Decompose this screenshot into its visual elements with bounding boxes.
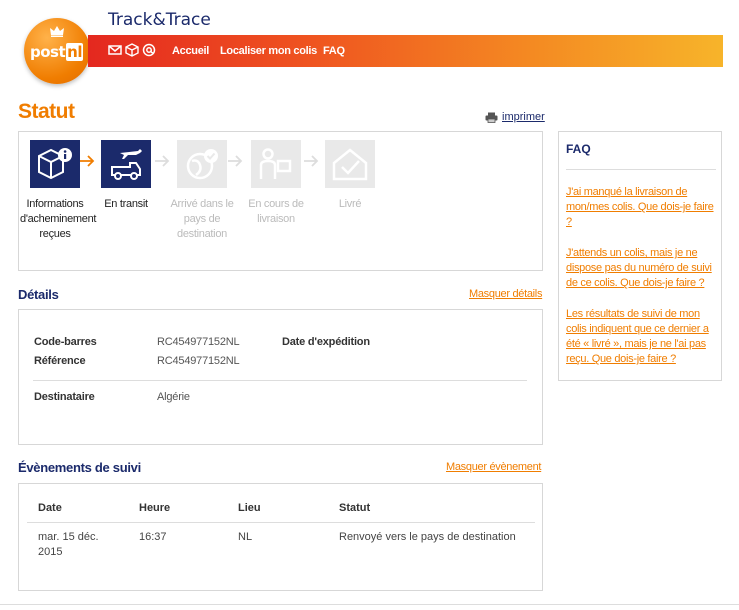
nav-faq[interactable]: FAQ	[323, 45, 345, 57]
faq-divider	[566, 169, 716, 170]
reference-label: Référence	[34, 355, 86, 367]
app-title: Track&Trace	[108, 10, 211, 30]
step-label: Informations d'acheminement reçues	[20, 198, 97, 240]
globe-check-icon	[186, 149, 218, 180]
mail-icon[interactable]	[108, 43, 122, 57]
logo-wordmark: post nl	[30, 43, 83, 61]
delivery-person-icon	[259, 148, 292, 179]
status-panel: Informations d'acheminement reçues En tr…	[18, 131, 543, 271]
faq-title: FAQ	[566, 142, 591, 156]
step-livre: Livré	[315, 140, 385, 212]
faq-link-missed-delivery[interactable]: J'ai manqué la livraison de mon/mes coli…	[566, 185, 718, 230]
package-info-icon	[38, 148, 72, 180]
print-label: imprimer	[502, 111, 545, 123]
step-label: Arrivé dans le pays de destination	[170, 198, 234, 240]
step-icon-box	[30, 140, 80, 188]
step-en-cours-livraison: En cours de livraison	[241, 140, 311, 227]
nav-accueil[interactable]: Accueil	[172, 45, 209, 57]
plane-truck-icon	[111, 149, 142, 180]
ship-date-label: Date d'expédition	[282, 336, 370, 348]
event-status: Renvoyé vers le pays de destination	[339, 531, 516, 543]
events-panel: Date Heure Lieu Statut mar. 15 déc. 2015…	[18, 483, 543, 591]
step-icon-box	[101, 140, 151, 188]
col-header-heure: Heure	[139, 502, 171, 514]
recipient-label: Destinataire	[34, 391, 95, 403]
barcode-label: Code-barres	[34, 336, 97, 348]
recipient-value: Algérie	[157, 391, 190, 403]
printer-icon	[485, 112, 498, 123]
hide-details-link[interactable]: Masquer détails	[469, 288, 542, 300]
hide-events-link[interactable]: Masquer évènement	[446, 461, 541, 473]
faq-link-no-tracking-number[interactable]: J'attends un colis, mais je ne dispose p…	[566, 246, 718, 291]
step-label: En cours de livraison	[248, 198, 304, 225]
details-title: Détails	[18, 287, 59, 302]
col-header-lieu: Lieu	[238, 502, 261, 514]
nav-localiser-mon-colis[interactable]: Localiser mon colis	[220, 45, 317, 57]
table-divider	[27, 522, 535, 523]
house-check-icon	[332, 148, 368, 181]
step-label: Livré	[338, 198, 362, 210]
reference-value: RC454977152NL	[157, 355, 240, 367]
postnl-logo[interactable]: post nl	[24, 18, 90, 84]
step-icon-box	[251, 140, 301, 188]
event-time: 16:37	[139, 531, 167, 543]
details-panel: Code-barres RC454977152NL Date d'expédit…	[18, 309, 543, 445]
main-navbar: Accueil Localiser mon colis FAQ	[88, 35, 723, 67]
step-icon-box	[177, 140, 227, 188]
events-title: Évènements de suivi	[18, 460, 141, 475]
faq-panel: FAQ J'ai manqué la livraison de mon/mes …	[558, 131, 722, 381]
barcode-value: RC454977152NL	[157, 336, 240, 348]
step-label: En transit	[104, 198, 148, 210]
print-link[interactable]: imprimer	[485, 111, 545, 123]
crown-icon	[50, 26, 64, 37]
event-place: NL	[238, 531, 253, 543]
event-date: mar. 15 déc. 2015	[38, 531, 99, 558]
nav-icons	[108, 43, 156, 57]
step-en-transit: En transit	[91, 140, 161, 212]
page-bottom-border	[0, 604, 739, 605]
col-header-date: Date	[38, 502, 62, 514]
faq-link-delivered-not-received[interactable]: Les résultats de suivi de mon colis indi…	[566, 307, 718, 367]
page-title: Statut	[18, 100, 75, 123]
step-icon-box	[325, 140, 375, 188]
col-header-statut: Statut	[339, 502, 371, 514]
divider	[33, 380, 527, 381]
package-icon[interactable]	[125, 43, 139, 57]
at-sign-icon[interactable]	[142, 43, 156, 57]
